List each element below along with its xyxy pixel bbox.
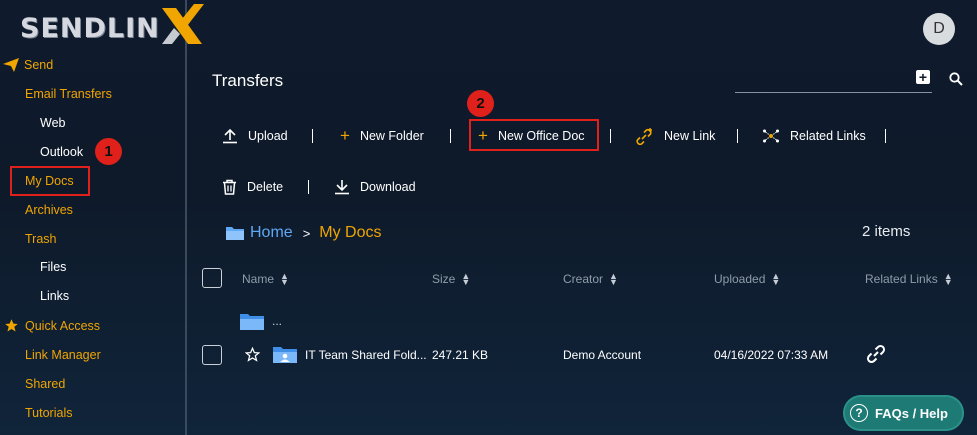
sort-icon: ▲ ▼	[943, 271, 953, 287]
parent-folder-label: ...	[272, 314, 283, 328]
delete-button[interactable]: Delete	[222, 177, 283, 197]
column-header-size[interactable]: Size ▲ ▼	[432, 271, 471, 287]
send-icon	[3, 58, 19, 72]
shared-folder-icon	[273, 347, 297, 363]
folder-icon	[226, 227, 244, 240]
sidebar-item-tutorials[interactable]: Tutorials	[25, 406, 72, 420]
sort-icon: ▲ ▼	[609, 271, 618, 287]
related-links-label: Related Links	[790, 129, 866, 143]
new-office-doc-label: New Office Doc	[497, 129, 585, 143]
breadcrumb-current: My Docs	[319, 224, 382, 241]
sidebar-item-trash[interactable]: Trash	[25, 232, 57, 246]
search-input[interactable]	[735, 92, 932, 93]
question-icon: ?	[850, 404, 868, 422]
sidebar-item-send[interactable]: Send	[24, 58, 53, 72]
row-checkbox[interactable]	[202, 345, 222, 365]
new-office-doc-button[interactable]: + New Office Doc	[478, 126, 585, 146]
new-link-button[interactable]: New Link	[635, 126, 715, 146]
row-size: 247.21 KB	[432, 348, 489, 362]
sidebar-item-outlook[interactable]: Outlook	[40, 145, 83, 159]
faq-help-button[interactable]: ? FAQs / Help	[843, 395, 964, 431]
sidebar-item-archives[interactable]: Archives	[25, 203, 73, 217]
link-add-icon	[636, 128, 652, 145]
toolbar-divider	[610, 129, 611, 143]
folder-icon	[240, 314, 264, 330]
toolbar-divider	[737, 129, 738, 143]
new-folder-label: New Folder	[359, 129, 424, 143]
toolbar-divider	[450, 129, 451, 143]
upload-button[interactable]: Upload	[222, 126, 288, 146]
column-header-uploaded[interactable]: Uploaded ▲ ▼	[714, 271, 781, 287]
new-link-label: New Link	[664, 129, 716, 143]
add-square-icon[interactable]: +	[916, 70, 930, 84]
page-title: Transfers	[212, 71, 284, 90]
upload-icon	[223, 128, 237, 144]
sort-icon: ▲ ▼	[461, 271, 471, 287]
search-icon[interactable]	[949, 72, 963, 86]
star-outline-icon[interactable]	[245, 347, 260, 362]
logo-x-mark: X	[158, 2, 204, 44]
toolbar-divider	[308, 180, 309, 194]
row-creator: Demo Account	[563, 348, 642, 362]
column-header-creator[interactable]: Creator ▲ ▼	[563, 271, 618, 287]
related-links-icon	[763, 129, 779, 143]
breadcrumb-separator: >	[302, 225, 311, 241]
logo-text: SENDLIN	[20, 12, 160, 44]
plus-icon: +	[340, 126, 350, 145]
sidebar-item-web[interactable]: Web	[40, 116, 65, 130]
logo-x-letter: X	[158, 2, 159, 3]
upload-label: Upload	[248, 129, 288, 143]
breadcrumb: Home > My Docs	[226, 224, 382, 242]
column-header-name[interactable]: Name ▲ ▼	[242, 271, 289, 287]
trash-icon	[223, 179, 236, 195]
breadcrumb-home[interactable]: Home	[250, 224, 293, 242]
sort-icon: ▲ ▼	[280, 271, 289, 287]
sidebar-item-link-manager[interactable]: Link Manager	[25, 348, 101, 362]
sidebar-item-links[interactable]: Links	[40, 289, 69, 303]
annotation-badge-1: 1	[95, 138, 122, 165]
faq-help-label: FAQs / Help	[875, 405, 948, 421]
user-avatar[interactable]: D	[923, 13, 955, 45]
download-label: Download	[360, 180, 416, 194]
row-name[interactable]: IT Team Shared Fold...	[305, 348, 427, 362]
download-button[interactable]: Download	[334, 177, 416, 197]
sidebar-item-quick-access[interactable]: Quick Access	[25, 319, 100, 333]
delete-label: Delete	[247, 180, 284, 194]
sidebar-item-my-docs[interactable]: My Docs	[25, 174, 74, 188]
annotation-badge-2: 2	[467, 90, 494, 117]
sidebar-item-shared[interactable]: Shared	[25, 377, 65, 391]
new-folder-button[interactable]: + New Folder	[340, 126, 424, 146]
items-count: 2 items	[862, 223, 911, 240]
sendlinx-logo[interactable]: SENDLIN X	[20, 4, 205, 48]
link-icon[interactable]	[866, 344, 886, 364]
star-icon	[5, 319, 18, 332]
related-links-button[interactable]: Related Links	[762, 126, 866, 146]
sidebar-item-email-transfers[interactable]: Email Transfers	[25, 87, 112, 101]
download-icon	[335, 180, 349, 195]
parent-folder-row[interactable]: ...	[240, 312, 282, 330]
plus-icon: +	[478, 126, 488, 145]
toolbar-divider	[312, 129, 313, 143]
row-uploaded: 04/16/2022 07:33 AM	[714, 348, 829, 362]
sidebar: SENDLIN X Send Email Transfers Web Outlo…	[0, 0, 204, 435]
select-all-checkbox[interactable]	[202, 268, 222, 288]
sort-icon: ▲ ▼	[771, 271, 781, 287]
sidebar-item-files[interactable]: Files	[40, 260, 66, 274]
toolbar-divider	[885, 129, 886, 143]
column-header-related-links[interactable]: Related Links ▲ ▼	[865, 271, 953, 287]
